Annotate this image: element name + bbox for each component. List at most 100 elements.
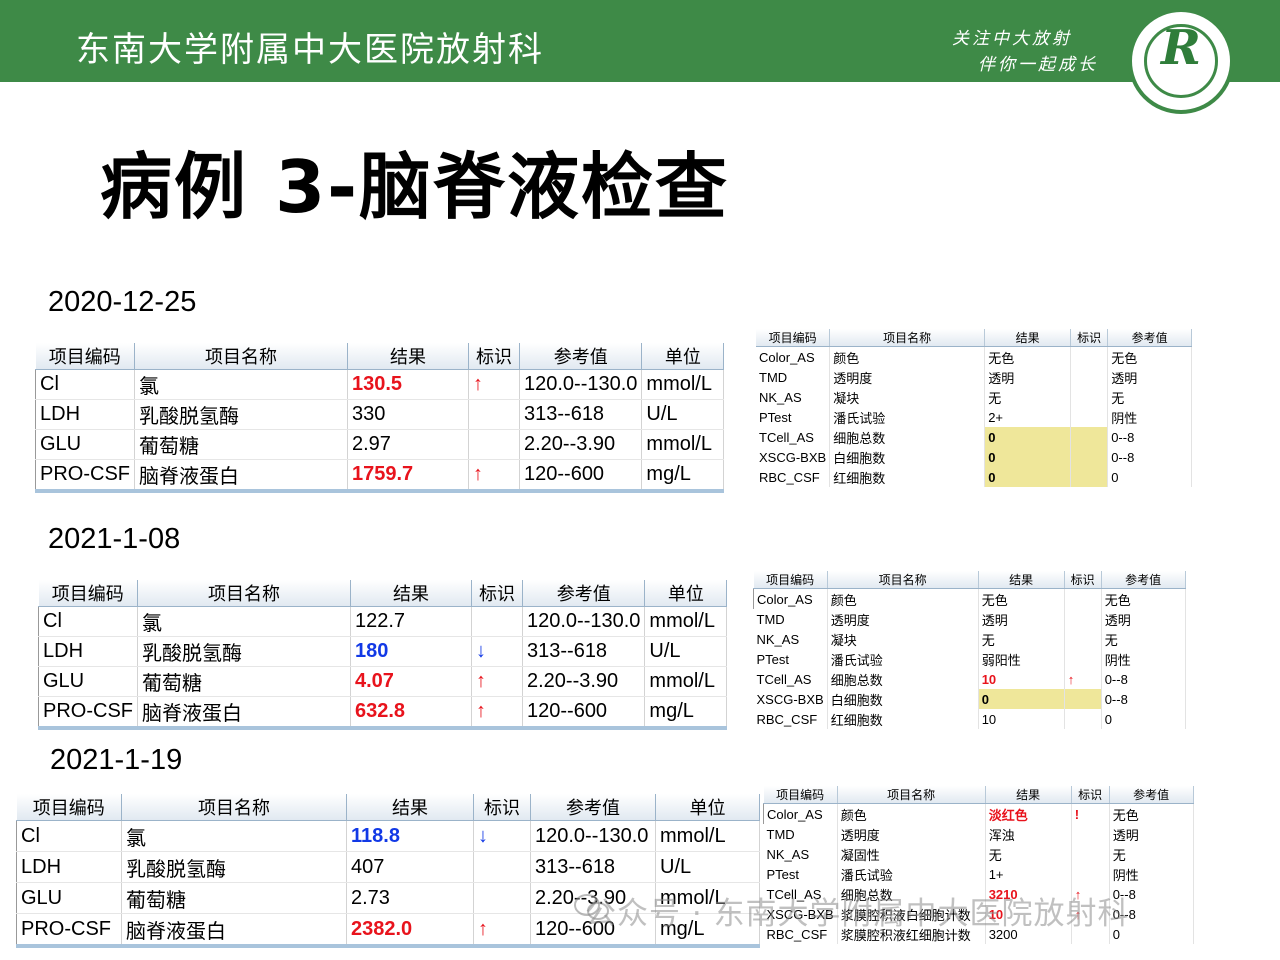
- column-header: 单位: [641, 343, 725, 370]
- item-flag: [1070, 367, 1109, 387]
- table-row: LDH 乳酸脱氢酶 330 313--618 U/L: [35, 399, 725, 430]
- table-row: LDH 乳酸脱氢酶 180 ↓ 313--618 U/L: [38, 636, 728, 667]
- item-unit: mmol/L: [641, 369, 725, 400]
- section-date: 2020-12-25: [48, 286, 197, 318]
- column-header: 项目编码: [35, 343, 135, 370]
- item-code: PRO-CSF: [16, 913, 122, 947]
- item-flag: [1070, 346, 1109, 367]
- column-header: 参考值: [1109, 786, 1194, 804]
- item-code: TCell_AS: [756, 427, 831, 447]
- slogan-line-1: 关注中大放射: [952, 29, 1072, 49]
- up-arrow-icon: ↑: [471, 696, 523, 729]
- up-arrow-icon: ↑: [471, 666, 523, 697]
- item-flag: [1064, 609, 1102, 629]
- item-code: LDH: [16, 851, 122, 883]
- item-name: 红细胞数: [829, 467, 986, 487]
- item-result: 2+: [984, 407, 1072, 427]
- item-name: 颜色: [829, 346, 986, 367]
- item-result: 10: [978, 669, 1065, 689]
- item-name: 脑脊液蛋白: [137, 696, 351, 729]
- item-result: 无色: [978, 588, 1065, 609]
- item-flag: [1070, 387, 1109, 407]
- item-code: NK_AS: [756, 387, 831, 407]
- item-unit: mmol/L: [655, 820, 760, 852]
- column-header: 参考值: [530, 794, 656, 821]
- column-header: 单位: [655, 794, 760, 821]
- item-name: 潘氏试验: [829, 407, 986, 427]
- item-reference: 0--8: [1107, 427, 1193, 447]
- table-header-row: 项目编码 项目名称 结果 标识 参考值 单位: [16, 794, 760, 821]
- main-results-table: 项目编码 项目名称 结果 标识 参考值 单位 Cl 氯 122.7 120.0-…: [38, 580, 728, 730]
- item-name: 氯: [121, 820, 347, 852]
- item-result: 1+: [985, 864, 1072, 884]
- table-row: TMD 透明度 浑浊 透明: [763, 824, 1194, 844]
- column-header: 项目编码: [756, 329, 831, 347]
- item-name: 脑脊液蛋白: [134, 459, 348, 492]
- item-result: 透明: [978, 609, 1065, 629]
- item-code: RBC_CSF: [756, 467, 831, 487]
- column-header: 项目名称: [837, 786, 986, 804]
- table-header-row: 项目编码 项目名称 结果 标识 参考值 单位: [35, 343, 725, 370]
- item-reference: 120--600: [522, 696, 646, 729]
- item-result: 0: [984, 427, 1072, 447]
- column-header: 标识: [471, 580, 523, 607]
- table-row: TCell_AS 细胞总数 10 ↑ 0--8: [753, 669, 1186, 689]
- item-name: 凝块: [827, 629, 979, 649]
- item-unit: mmol/L: [644, 606, 728, 637]
- item-result: 130.5: [347, 369, 469, 400]
- item-name: 透明度: [827, 609, 979, 629]
- item-flag: [1070, 467, 1109, 487]
- table-header-row: 项目编码 项目名称 结果 标识 参考值 单位: [38, 580, 728, 607]
- table-row: GLU 葡萄糖 2.97 2.20--3.90 mmol/L: [35, 429, 725, 460]
- item-name: 潘氏试验: [837, 864, 986, 884]
- item-unit: U/L: [655, 851, 760, 883]
- item-code: NK_AS: [763, 844, 838, 864]
- table-row: TMD 透明度 透明 透明: [753, 609, 1186, 629]
- slogan-line-2: 伴你一起成长: [978, 55, 1098, 75]
- section-date: 2021-1-08: [48, 523, 181, 555]
- item-name: 红细胞数: [827, 709, 979, 729]
- main-results-table: 项目编码 项目名称 结果 标识 参考值 单位 Cl 氯 130.5 ↑ 120.…: [35, 343, 725, 493]
- item-result: 2.97: [347, 429, 469, 460]
- item-result: 0: [984, 467, 1072, 487]
- item-result: 浑浊: [985, 824, 1072, 844]
- column-header: 参考值: [1101, 571, 1186, 589]
- item-code: XSCG-BXB: [753, 689, 828, 709]
- table-row: NK_AS 凝固性无无: [763, 844, 1194, 864]
- table-row: GLU 葡萄糖 4.07 ↑ 2.20--3.90 mmol/L: [38, 666, 728, 697]
- item-result: 330: [347, 399, 469, 430]
- table-header-row: 项目编码 项目名称 结果 标识 参考值: [753, 571, 1186, 589]
- page-title: 病例 3-脑脊液检查: [100, 145, 730, 229]
- table-row: Cl 氯 118.8 ↓ 120.0--130.0 mmol/L: [16, 820, 760, 852]
- column-header: 标识: [1070, 329, 1109, 347]
- item-reference: 120.0--130.0: [522, 606, 646, 637]
- item-reference: 2.20--3.90: [522, 666, 646, 697]
- item-result: 122.7: [350, 606, 472, 637]
- table-row: NK_AS 凝块无无: [753, 629, 1186, 649]
- item-result: 1759.7: [347, 459, 469, 492]
- item-name: 凝固性: [837, 844, 986, 864]
- item-code: XSCG-BXB: [756, 447, 831, 467]
- item-result: 弱阳性: [978, 649, 1065, 669]
- item-result: 0: [984, 447, 1072, 467]
- item-result: 180: [350, 636, 472, 667]
- column-header: 项目名称: [827, 571, 979, 589]
- item-flag: [468, 399, 520, 430]
- up-arrow-icon: ↑: [468, 369, 520, 400]
- item-unit: mg/L: [641, 459, 725, 492]
- item-result: 118.8: [346, 820, 474, 852]
- column-header: 参考值: [522, 580, 646, 607]
- item-code: TCell_AS: [753, 669, 828, 689]
- item-reference: 2.20--3.90: [519, 429, 643, 460]
- item-unit: U/L: [641, 399, 725, 430]
- column-header: 项目名称: [829, 329, 986, 347]
- item-result: 2382.0: [346, 913, 474, 947]
- item-code: PTest: [753, 649, 828, 669]
- column-header: 参考值: [1107, 329, 1193, 347]
- table-row: Color_AS 颜色 淡红色! 无色: [763, 803, 1194, 824]
- table-row: Cl 氯 122.7 120.0--130.0 mmol/L: [38, 606, 728, 637]
- item-result: 0: [978, 689, 1065, 709]
- item-code: PTest: [756, 407, 831, 427]
- item-code: GLU: [38, 666, 138, 697]
- up-arrow-icon: ↑: [473, 913, 531, 947]
